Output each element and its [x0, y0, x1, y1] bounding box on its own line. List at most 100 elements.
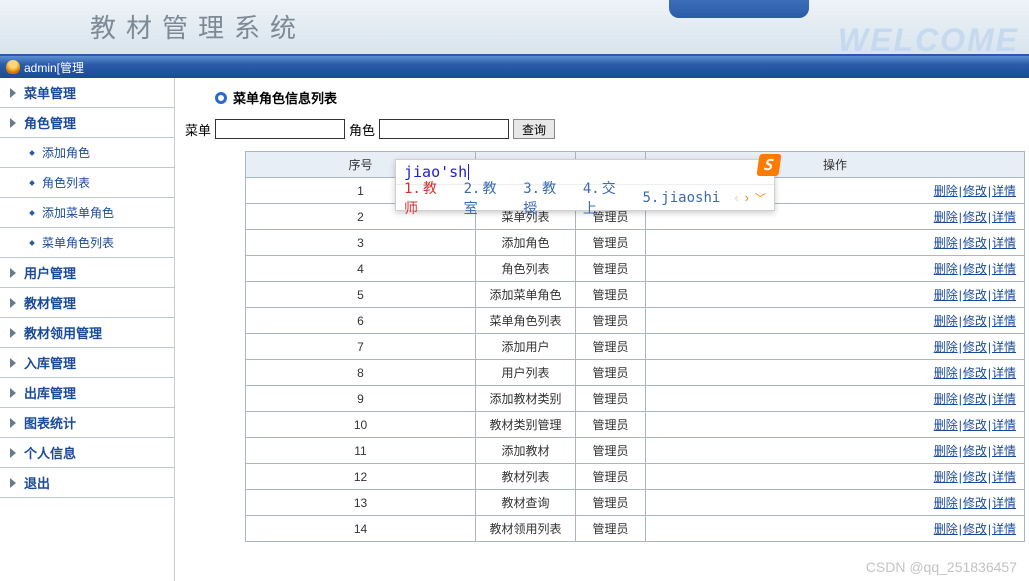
detail-link[interactable]: 详情	[992, 340, 1016, 354]
cell-op: 删除|修改|详情	[646, 464, 1025, 490]
sidebar-subitem[interactable]: 菜单角色列表	[0, 228, 174, 258]
edit-link[interactable]: 修改	[963, 340, 987, 354]
detail-link[interactable]: 详情	[992, 210, 1016, 224]
detail-link[interactable]: 详情	[992, 184, 1016, 198]
current-user: admin[管理	[24, 59, 84, 76]
sidebar-item[interactable]: 图表统计	[0, 408, 174, 438]
edit-link[interactable]: 修改	[963, 522, 987, 536]
sidebar-subitem[interactable]: 添加角色	[0, 138, 174, 168]
bullet-icon	[29, 180, 35, 186]
cell-menu: 教材查询	[476, 490, 576, 516]
ime-nav: ‹ › ﹀	[734, 190, 766, 206]
table-row: 4角色列表管理员删除|修改|详情	[246, 256, 1025, 282]
table-row: 5添加菜单角色管理员删除|修改|详情	[246, 282, 1025, 308]
sidebar-item[interactable]: 角色管理	[0, 108, 174, 138]
cell-seq: 14	[246, 516, 476, 542]
delete-link[interactable]: 删除	[934, 340, 958, 354]
search-row: 菜单 角色 查询	[185, 119, 1019, 139]
cell-menu: 用户列表	[476, 360, 576, 386]
cell-role: 管理员	[576, 308, 646, 334]
banner: 教材管理系统 WELCOME	[0, 0, 1029, 56]
detail-link[interactable]: 详情	[992, 522, 1016, 536]
edit-link[interactable]: 修改	[963, 184, 987, 198]
delete-link[interactable]: 删除	[934, 496, 958, 510]
table-row: 10教材类别管理管理员删除|修改|详情	[246, 412, 1025, 438]
detail-link[interactable]: 详情	[992, 496, 1016, 510]
sidebar-item[interactable]: 教材领用管理	[0, 318, 174, 348]
cell-menu: 添加菜单角色	[476, 282, 576, 308]
menu-input[interactable]	[215, 119, 345, 139]
edit-link[interactable]: 修改	[963, 262, 987, 276]
ime-next-icon[interactable]: ›	[745, 190, 749, 205]
sidebar-item-label: 用户管理	[24, 263, 76, 282]
cell-op: 删除|修改|详情	[646, 360, 1025, 386]
sidebar-item[interactable]: 退出	[0, 468, 174, 498]
detail-link[interactable]: 详情	[992, 392, 1016, 406]
app-title: 教材管理系统	[90, 8, 306, 45]
arrow-icon	[10, 268, 16, 278]
ime-caret	[468, 164, 469, 180]
sidebar-item-label: 角色列表	[42, 174, 90, 191]
cell-menu: 添加教材类别	[476, 386, 576, 412]
delete-link[interactable]: 删除	[934, 262, 958, 276]
sidebar-item[interactable]: 用户管理	[0, 258, 174, 288]
sidebar-item[interactable]: 教材管理	[0, 288, 174, 318]
sidebar-item[interactable]: 入库管理	[0, 348, 174, 378]
sidebar-item[interactable]: 菜单管理	[0, 78, 174, 108]
sidebar-subitem[interactable]: 角色列表	[0, 168, 174, 198]
cell-role: 管理员	[576, 438, 646, 464]
delete-link[interactable]: 删除	[934, 236, 958, 250]
edit-link[interactable]: 修改	[963, 288, 987, 302]
detail-link[interactable]: 详情	[992, 288, 1016, 302]
edit-link[interactable]: 修改	[963, 418, 987, 432]
edit-link[interactable]: 修改	[963, 210, 987, 224]
delete-link[interactable]: 删除	[934, 522, 958, 536]
bullet-icon	[29, 210, 35, 216]
detail-link[interactable]: 详情	[992, 262, 1016, 276]
sidebar-item-label: 添加角色	[42, 144, 90, 161]
delete-link[interactable]: 删除	[934, 314, 958, 328]
edit-link[interactable]: 修改	[963, 314, 987, 328]
watermark: CSDN @qq_251836457	[866, 559, 1017, 575]
search-button[interactable]: 查询	[513, 119, 555, 139]
arrow-icon	[10, 88, 16, 98]
edit-link[interactable]: 修改	[963, 444, 987, 458]
ime-expand-icon[interactable]: ﹀	[755, 190, 766, 206]
circle-icon	[215, 92, 227, 104]
delete-link[interactable]: 删除	[934, 392, 958, 406]
cell-op: 删除|修改|详情	[646, 386, 1025, 412]
delete-link[interactable]: 删除	[934, 184, 958, 198]
ime-candidate[interactable]: 5.jiaoshi	[642, 190, 720, 206]
detail-link[interactable]: 详情	[992, 366, 1016, 380]
cell-op: 删除|修改|详情	[646, 412, 1025, 438]
cell-menu: 教材类别管理	[476, 412, 576, 438]
detail-link[interactable]: 详情	[992, 314, 1016, 328]
edit-link[interactable]: 修改	[963, 470, 987, 484]
sidebar-item[interactable]: 个人信息	[0, 438, 174, 468]
role-input[interactable]	[379, 119, 509, 139]
delete-link[interactable]: 删除	[934, 288, 958, 302]
detail-link[interactable]: 详情	[992, 236, 1016, 250]
detail-link[interactable]: 详情	[992, 444, 1016, 458]
sidebar-item[interactable]: 出库管理	[0, 378, 174, 408]
delete-link[interactable]: 删除	[934, 366, 958, 380]
detail-link[interactable]: 详情	[992, 470, 1016, 484]
cell-seq: 6	[246, 308, 476, 334]
ime-composition: jiao'sh	[404, 163, 467, 181]
delete-link[interactable]: 删除	[934, 444, 958, 458]
delete-link[interactable]: 删除	[934, 418, 958, 432]
delete-link[interactable]: 删除	[934, 470, 958, 484]
cell-role: 管理员	[576, 490, 646, 516]
detail-link[interactable]: 详情	[992, 418, 1016, 432]
cell-role: 管理员	[576, 256, 646, 282]
edit-link[interactable]: 修改	[963, 236, 987, 250]
delete-link[interactable]: 删除	[934, 210, 958, 224]
cell-role: 管理员	[576, 386, 646, 412]
table-row: 6菜单角色列表管理员删除|修改|详情	[246, 308, 1025, 334]
edit-link[interactable]: 修改	[963, 366, 987, 380]
sidebar-subitem[interactable]: 添加菜单角色	[0, 198, 174, 228]
edit-link[interactable]: 修改	[963, 496, 987, 510]
edit-link[interactable]: 修改	[963, 392, 987, 406]
sidebar-item-label: 教材领用管理	[24, 323, 102, 342]
ime-prev-icon[interactable]: ‹	[734, 190, 738, 205]
